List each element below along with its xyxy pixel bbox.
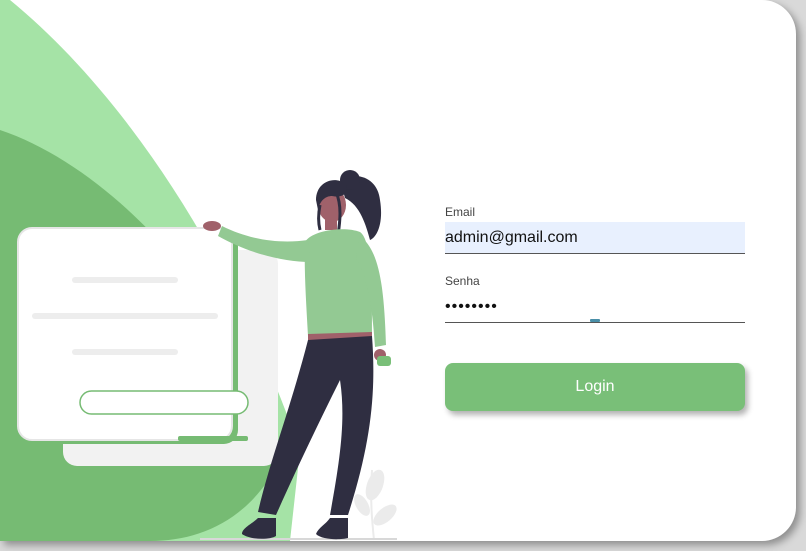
login-card: Email Senha Login [0,0,796,541]
card-line-1 [72,277,178,283]
login-button[interactable]: Login [445,363,745,411]
card-line-2 [32,313,218,319]
card-line-3 [72,349,178,355]
login-illustration [0,0,397,541]
card-button-outline [79,390,249,415]
field-focus-indicator [590,319,600,322]
card-underline [178,436,248,441]
login-form: Email Senha Login [445,205,745,411]
email-field[interactable] [445,222,745,254]
email-label: Email [445,205,476,219]
email-group: Email [445,205,745,254]
password-label: Senha [445,274,480,288]
password-group: Senha [445,274,745,323]
